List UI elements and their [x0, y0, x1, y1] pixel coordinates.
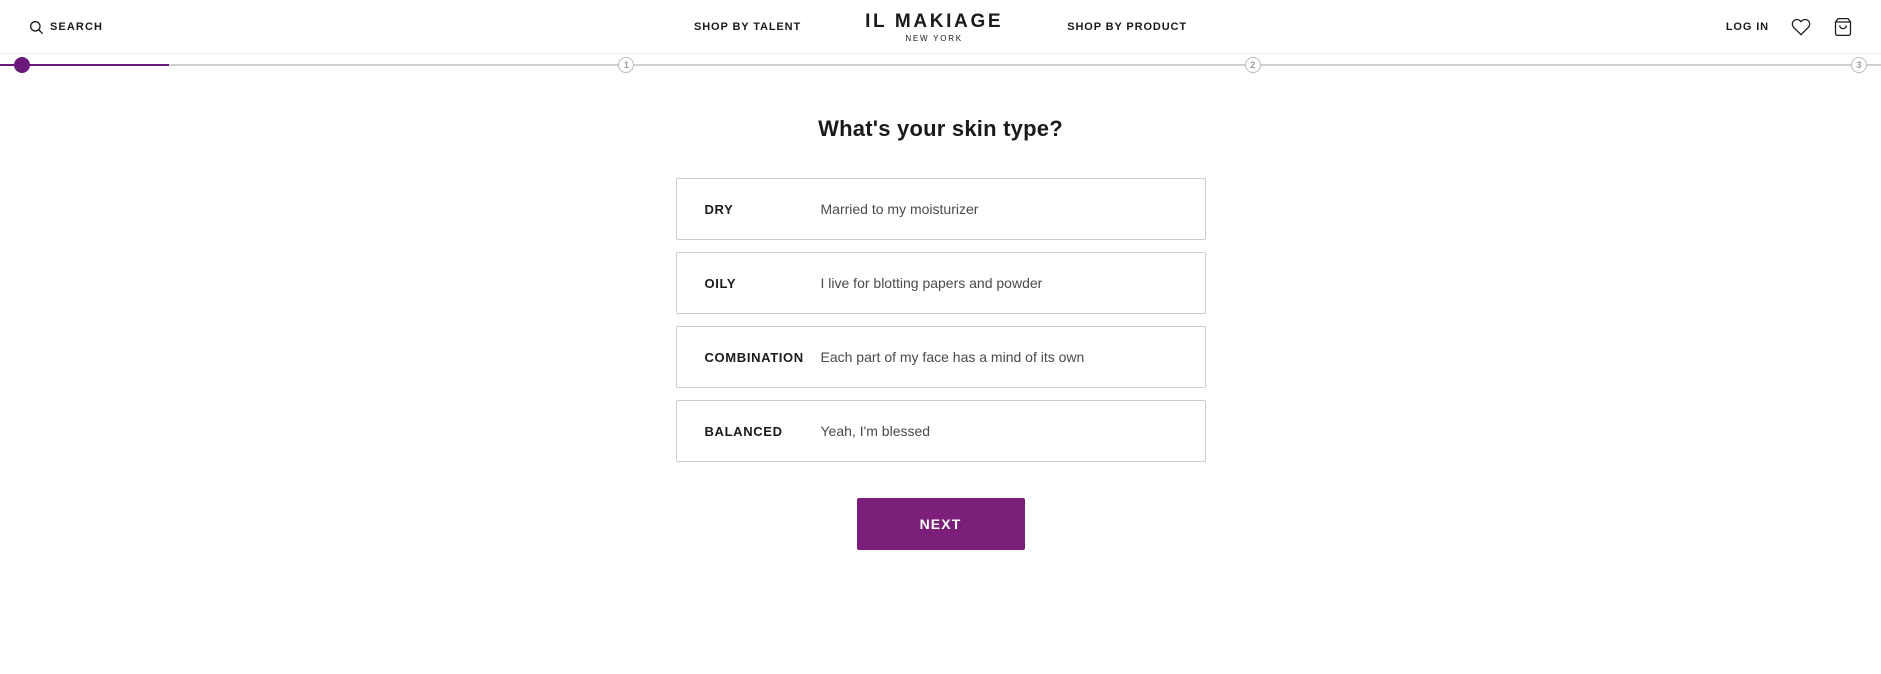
option-combination-description: Each part of my face has a mind of its o… — [821, 349, 1085, 365]
cart-icon — [1833, 17, 1853, 37]
progress-dot-start — [14, 57, 30, 73]
option-oily-label: OILY — [705, 276, 805, 291]
next-button[interactable]: Next — [857, 498, 1025, 550]
progress-bar: 1 2 3 — [0, 54, 1881, 76]
option-balanced-label: BALANCED — [705, 424, 805, 439]
next-button-container: Next — [857, 498, 1025, 550]
option-combination-label: COMBINATION — [705, 350, 805, 365]
header: SEARCH SHOP BY TALENT IL MAKIAGE NEW YOR… — [0, 0, 1881, 54]
option-oily[interactable]: OILY I live for blotting papers and powd… — [676, 252, 1206, 314]
header-right-actions: LOG IN — [1726, 17, 1853, 37]
progress-dot-1: 1 — [618, 57, 634, 73]
option-dry-label: DRY — [705, 202, 805, 217]
option-oily-description: I live for blotting papers and powder — [821, 275, 1043, 291]
wishlist-button[interactable] — [1791, 17, 1811, 37]
nav-shop-by-product[interactable]: SHOP BY PRODUCT — [1067, 21, 1187, 33]
search-button[interactable]: SEARCH — [28, 19, 103, 35]
quiz-question: What's your skin type? — [818, 116, 1063, 142]
login-link[interactable]: LOG IN — [1726, 21, 1769, 33]
progress-dot-3: 3 — [1851, 57, 1867, 73]
brand-location: NEW YORK — [865, 34, 1003, 43]
quiz-main: What's your skin type? DRY Married to my… — [0, 76, 1881, 550]
progress-dot-2: 2 — [1245, 57, 1261, 73]
nav-shop-by-talent[interactable]: SHOP BY TALENT — [694, 21, 801, 33]
option-dry-description: Married to my moisturizer — [821, 201, 979, 217]
heart-icon — [1791, 17, 1811, 37]
cart-button[interactable] — [1833, 17, 1853, 37]
search-icon — [28, 19, 44, 35]
option-dry[interactable]: DRY Married to my moisturizer — [676, 178, 1206, 240]
option-balanced-description: Yeah, I'm blessed — [821, 423, 931, 439]
brand-name: IL MAKIAGE — [865, 11, 1003, 33]
option-combination[interactable]: COMBINATION Each part of my face has a m… — [676, 326, 1206, 388]
progress-track — [0, 64, 1881, 66]
search-label: SEARCH — [50, 21, 103, 33]
option-balanced[interactable]: BALANCED Yeah, I'm blessed — [676, 400, 1206, 462]
brand-logo: IL MAKIAGE NEW YORK — [865, 11, 1003, 43]
options-list: DRY Married to my moisturizer OILY I liv… — [676, 178, 1206, 462]
